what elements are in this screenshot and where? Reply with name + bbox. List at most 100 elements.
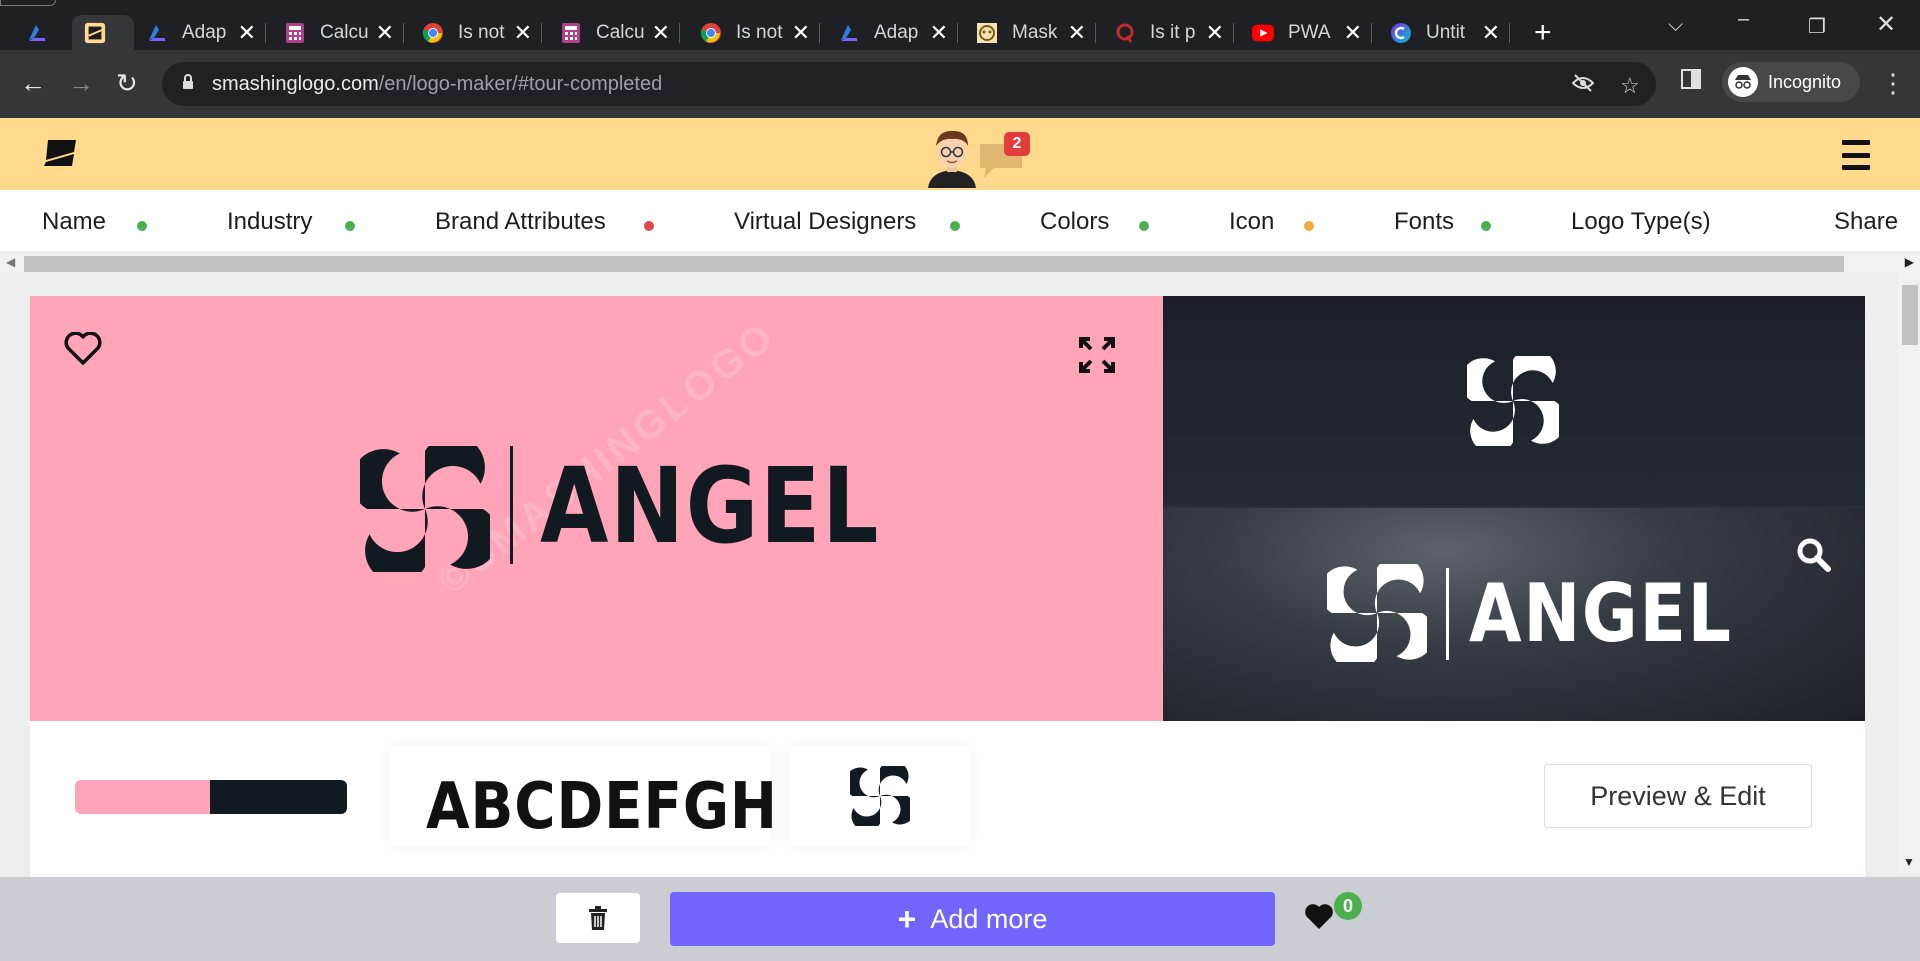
tab-search-stub[interactable] <box>0 0 56 6</box>
hamburger-menu-icon[interactable] <box>1842 140 1870 170</box>
new-tab-plus-icon[interactable]: + <box>1534 18 1552 48</box>
scroll-right-arrow-icon[interactable]: ▶ <box>1905 255 1914 269</box>
chrome-icon <box>422 22 444 44</box>
delete-button[interactable] <box>556 893 640 943</box>
eye-off-icon[interactable] <box>1571 73 1595 99</box>
step-status-dot <box>950 221 960 231</box>
smashinglogo-brand-icon[interactable] <box>44 138 78 168</box>
tab-11[interactable]: Untit ✕ <box>1378 15 1510 51</box>
logo-preview-dark[interactable]: ANGEL <box>1163 296 1865 721</box>
scrollbar-thumb[interactable] <box>1902 285 1918 345</box>
close-tab-icon[interactable]: ✕ <box>1482 20 1500 46</box>
notification-badge: 2 <box>1004 132 1030 156</box>
scroll-left-arrow-icon[interactable]: ◀ <box>6 255 15 269</box>
tab-2[interactable]: Adap ✕ <box>134 15 266 51</box>
web-page: 2 Name Industry Brand Attributes Virtual… <box>0 118 1920 961</box>
tab-9[interactable]: Is it p ✕ <box>1102 15 1234 51</box>
bookmark-star-icon[interactable]: ☆ <box>1620 73 1640 99</box>
preview-edit-button[interactable]: Preview & Edit <box>1544 764 1812 828</box>
tab-title: Calcu <box>596 22 645 43</box>
close-tab-icon[interactable]: ✕ <box>930 20 948 46</box>
close-tab-icon[interactable]: ✕ <box>376 20 394 46</box>
close-tab-icon[interactable]: ✕ <box>792 20 810 46</box>
plus-icon: + <box>897 900 917 937</box>
vertical-scrollbar[interactable]: ▼ <box>1898 273 1920 873</box>
step-virtual-designers[interactable]: Virtual Designers <box>734 208 916 236</box>
tab-separator <box>541 23 542 43</box>
tab-separator <box>403 23 404 43</box>
brand-name-text: ANGEL <box>540 445 881 567</box>
add-more-button[interactable]: + Add more <box>670 892 1275 946</box>
youtube-icon <box>1252 22 1274 44</box>
tab-search-chevron-icon[interactable]: ⌵ <box>1668 14 1683 37</box>
logo-result-card: ©SMASHINGLOGO ANGEL ANGEL ABCDEFGH Previ… <box>30 296 1865 916</box>
browser-tab-strip: Adap ✕ Calcu ✕ Is not ✕ Calcu ✕ Is not ✕ <box>0 0 1920 51</box>
secondary-color-swatch <box>210 780 347 814</box>
brand-name-text: ANGEL <box>1469 567 1733 660</box>
close-tab-icon[interactable]: ✕ <box>514 20 532 46</box>
pinwheel-logo-icon <box>1467 356 1559 446</box>
tab-smashinglogo[interactable] <box>72 15 134 51</box>
designer-avatar-icon[interactable] <box>924 126 980 188</box>
incognito-profile-button[interactable]: Incognito <box>1722 62 1860 102</box>
tab-3[interactable]: Calcu ✕ <box>272 15 404 51</box>
forward-arrow-icon[interactable]: → <box>68 68 94 98</box>
step-colors[interactable]: Colors <box>1040 208 1109 236</box>
minimize-window-icon[interactable]: – <box>1738 8 1749 31</box>
address-bar[interactable]: smashinglogo.com/en/logo-maker/#tour-com… <box>162 62 1656 106</box>
tab-8[interactable]: Mask ✕ <box>964 15 1096 51</box>
more-menu-icon[interactable]: ⋮ <box>1880 68 1906 99</box>
calculator-icon <box>560 22 582 44</box>
tab-10[interactable]: PWA ✕ <box>1240 15 1372 51</box>
tab-title: Mask <box>1012 22 1058 43</box>
scrollbar-thumb[interactable] <box>24 256 1844 272</box>
step-status-dot <box>1304 221 1314 231</box>
tab-6[interactable]: Is not ✕ <box>688 15 820 51</box>
step-brand-attributes[interactable]: Brand Attributes <box>435 208 606 236</box>
side-panel-icon[interactable] <box>1680 68 1702 97</box>
smashinglogo-icon <box>84 22 106 44</box>
favorites-heart-icon[interactable] <box>1304 903 1334 931</box>
azure-devops-icon <box>146 22 168 44</box>
close-tab-icon[interactable]: ✕ <box>652 20 670 46</box>
search-zoom-icon[interactable] <box>1795 536 1831 572</box>
restore-window-icon[interactable]: ❐ <box>1808 14 1826 39</box>
back-arrow-icon[interactable]: ← <box>20 68 46 98</box>
step-status-dot <box>1481 221 1491 231</box>
canva-icon <box>1390 22 1412 44</box>
tab-7[interactable]: Adap ✕ <box>826 15 958 51</box>
close-tab-icon[interactable]: ✕ <box>1206 20 1224 46</box>
url-text: smashinglogo.com/en/logo-maker/#tour-com… <box>212 73 662 96</box>
tab-title: PWA <box>1288 22 1331 43</box>
tab-separator <box>1509 23 1510 43</box>
horizontal-scrollbar[interactable]: ◀ ▶ <box>0 253 1920 273</box>
url-path: /en/logo-maker/#tour-completed <box>378 73 663 95</box>
color-palette-swatch <box>75 780 347 814</box>
lock-icon <box>183 74 193 89</box>
tab-azure-devops-1[interactable] <box>14 15 70 51</box>
reload-icon[interactable]: ↻ <box>116 68 138 98</box>
expand-icon[interactable] <box>1078 336 1116 374</box>
tab-separator <box>819 23 820 43</box>
step-logo-types[interactable]: Logo Type(s) <box>1571 208 1711 236</box>
chrome-icon <box>700 22 722 44</box>
step-industry[interactable]: Industry <box>227 208 312 236</box>
incognito-icon <box>1728 67 1758 97</box>
tab-4[interactable]: Is not ✕ <box>410 15 542 51</box>
pinwheel-logo-icon <box>1327 564 1427 662</box>
close-window-icon[interactable]: ✕ <box>1876 10 1896 39</box>
close-tab-icon[interactable]: ✕ <box>238 20 256 46</box>
step-share[interactable]: Share <box>1834 208 1898 236</box>
font-sample-text: ABCDEFGH <box>426 770 778 844</box>
scroll-down-arrow-icon[interactable]: ▼ <box>1903 855 1915 869</box>
heart-icon[interactable] <box>64 332 102 366</box>
tab-5[interactable]: Calcu ✕ <box>548 15 680 51</box>
step-name[interactable]: Name <box>42 208 106 236</box>
step-fonts[interactable]: Fonts <box>1394 208 1454 236</box>
logo-preview-pink[interactable]: ©SMASHINGLOGO ANGEL <box>30 296 1163 721</box>
close-tab-icon[interactable]: ✕ <box>1344 20 1362 46</box>
calculator-icon <box>284 22 306 44</box>
close-tab-icon[interactable]: ✕ <box>1068 20 1086 46</box>
step-icon[interactable]: Icon <box>1229 208 1274 236</box>
step-status-dot <box>1139 221 1149 231</box>
